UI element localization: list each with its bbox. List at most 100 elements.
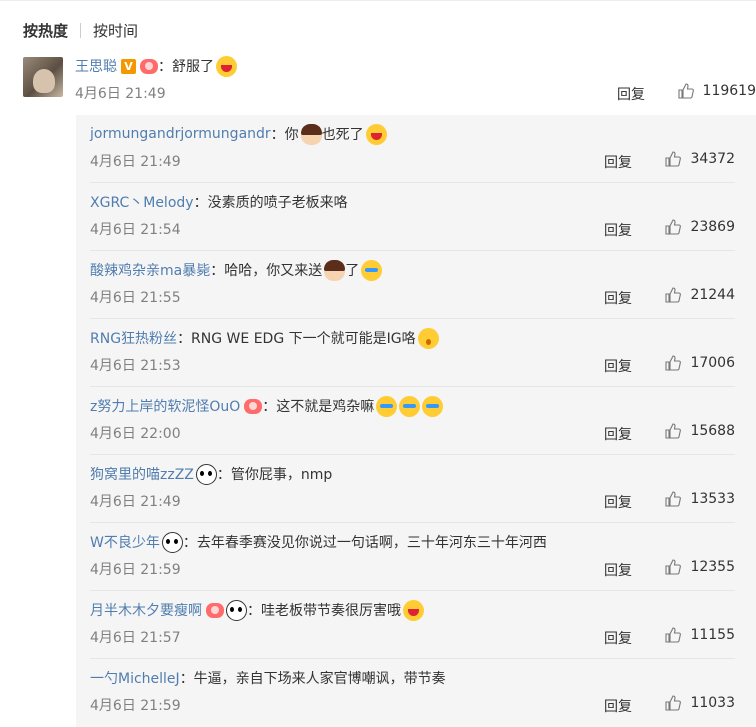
- tab-sort-hot[interactable]: 按热度: [23, 20, 68, 41]
- reply-text: ：牛逼，亲自下场来人家官博嘲讽，带节奏: [179, 671, 446, 687]
- comment-time: 4月6日 21:49: [75, 86, 166, 102]
- reply-button[interactable]: 回复: [604, 288, 632, 308]
- reply-line: jormungandrjormungandr ：你 也死了: [90, 123, 387, 145]
- like-button[interactable]: 15688: [665, 423, 735, 439]
- thumbs-up-icon: [665, 423, 682, 439]
- reply-button[interactable]: 回复: [604, 220, 632, 240]
- reply-line: W不良少年 ：去年春季赛没见你说过一句话啊，三十年河东三十年河西: [90, 531, 547, 553]
- reply-username[interactable]: 酸辣鸡杂亲ma暴毙: [90, 260, 210, 280]
- reply-username[interactable]: W不良少年: [90, 532, 160, 552]
- panda-badge-icon[interactable]: [226, 599, 247, 621]
- fan-badge-icon[interactable]: [140, 58, 158, 74]
- laugh-emoji-icon: [216, 55, 237, 77]
- like-button[interactable]: 13533: [665, 491, 735, 507]
- girl-emoji-icon: [300, 123, 322, 145]
- like-count: 13533: [690, 491, 735, 507]
- like-count: 34372: [690, 151, 735, 167]
- thumbs-up-icon: [665, 287, 682, 303]
- like-button[interactable]: 119619: [677, 83, 756, 99]
- avatar[interactable]: [23, 57, 63, 97]
- reply-line: XGRC丶Melody ：没素质的喷子老板来咯: [90, 191, 348, 213]
- reply-item: 狗窝里的喵zzZZ ：管你屁事，nmp 4月6日 21:49 回复 13533: [76, 455, 756, 523]
- like-count: 23869: [690, 219, 735, 235]
- reply-text: ：RNG WE EDG 下一个就可能是IG咯: [177, 331, 416, 347]
- reply-text: ：哈哈，你又来送: [210, 263, 323, 279]
- like-count: 15688: [690, 423, 735, 439]
- reply-username[interactable]: RNG狂热粉丝: [90, 328, 177, 348]
- reply-time: 4月6日 21:59: [90, 562, 181, 578]
- panda-badge-icon[interactable]: [195, 463, 217, 485]
- reply-time: 4月6日 21:53: [90, 358, 181, 374]
- username[interactable]: 王思聪: [75, 56, 117, 76]
- thumbs-up-icon: [677, 83, 694, 99]
- vip-badge-icon[interactable]: V: [121, 58, 136, 74]
- like-button[interactable]: 11155: [665, 627, 735, 643]
- tab-sort-time[interactable]: 按时间: [93, 20, 138, 41]
- like-button[interactable]: 23869: [665, 219, 735, 235]
- reply-item: 一勺MichelleJ ：牛逼，亲自下场来人家官博嘲讽，带节奏 4月6日 21:…: [76, 659, 756, 727]
- like-button[interactable]: 17006: [665, 355, 735, 371]
- reply-item: z努力上岸的软泥怪OuO ：这不就是鸡杂嘛 4月6日 22:00 回复 1568…: [76, 387, 756, 455]
- laugh-emoji-icon: [365, 123, 387, 145]
- like-button[interactable]: 12355: [665, 559, 735, 575]
- reply-time: 4月6日 21:49: [90, 154, 181, 170]
- like-count: 11033: [690, 695, 735, 711]
- reply-text: ：你: [270, 127, 299, 143]
- panda-badge-icon[interactable]: [161, 531, 183, 553]
- reply-button[interactable]: 回复: [604, 356, 632, 376]
- top-divider: [0, 0, 756, 1]
- reply-text: ：哇老板带节奏很厉害哦: [247, 603, 401, 619]
- reply-username[interactable]: 月半木木夕要瘦啊: [90, 600, 202, 620]
- fan-badge-icon[interactable]: [244, 398, 263, 414]
- reply-button[interactable]: 回复: [604, 628, 632, 648]
- reply-button[interactable]: 回复: [617, 84, 645, 104]
- like-count: 12355: [690, 559, 735, 575]
- girl-emoji-icon: [324, 259, 346, 281]
- thumbs-up-icon: [665, 559, 682, 575]
- reply-button[interactable]: 回复: [604, 560, 632, 580]
- reply-list: jormungandrjormungandr ：你 也死了 4月6日 21:49…: [76, 115, 756, 727]
- reply-button[interactable]: 回复: [604, 152, 632, 172]
- reply-text: ：这不就是鸡杂嘛: [262, 399, 375, 415]
- reply-text-after: 了: [345, 263, 360, 279]
- reply-item: 月半木木夕要瘦啊 ：哇老板带节奏很厉害哦 4月6日 21:57 回复 11155: [76, 591, 756, 659]
- reply-time: 4月6日 21:59: [90, 698, 181, 714]
- reply-time: 4月6日 21:49: [90, 494, 181, 510]
- reply-button[interactable]: 回复: [604, 424, 632, 444]
- scared-emoji-icon: [361, 259, 383, 281]
- reply-username[interactable]: 狗窝里的喵zzZZ: [90, 464, 194, 484]
- reply-button[interactable]: 回复: [604, 696, 632, 716]
- reply-line: 月半木木夕要瘦啊 ：哇老板带节奏很厉害哦: [90, 599, 424, 621]
- reply-line: 一勺MichelleJ ：牛逼，亲自下场来人家官博嘲讽，带节奏: [90, 667, 446, 689]
- reply-item: XGRC丶Melody ：没素质的喷子老板来咯 4月6日 21:54 回复 23…: [76, 183, 756, 251]
- scared-emoji-icon: [399, 395, 421, 417]
- like-count: 17006: [690, 355, 735, 371]
- like-count: 11155: [690, 627, 735, 643]
- thumbs-up-icon: [665, 491, 682, 507]
- fan-badge-icon[interactable]: [206, 602, 224, 618]
- reply-item: W不良少年 ：去年春季赛没见你说过一句话啊，三十年河东三十年河西 4月6日 21…: [76, 523, 756, 591]
- scared-emoji-icon: [376, 395, 398, 417]
- thumbs-up-icon: [665, 151, 682, 167]
- laugh-emoji-icon: [403, 599, 424, 621]
- reply-line: 狗窝里的喵zzZZ ：管你屁事，nmp: [90, 463, 332, 485]
- reply-text: ：没素质的喷子老板来咯: [193, 195, 348, 211]
- main-comment: 王思聪 V ：舒服了 4月6日 21:49 回复 119619: [23, 53, 756, 109]
- reply-username[interactable]: jormungandrjormungandr: [90, 126, 271, 142]
- reply-username[interactable]: 一勺MichelleJ: [90, 668, 180, 688]
- sort-tabs: 按热度 按时间: [23, 20, 138, 41]
- tab-separator: [80, 23, 82, 38]
- reply-text: ：去年春季赛没见你说过一句话啊，三十年河东三十年河西: [182, 535, 547, 551]
- reply-item: RNG狂热粉丝 ：RNG WE EDG 下一个就可能是IG咯 4月6日 21:5…: [76, 319, 756, 387]
- like-button[interactable]: 21244: [665, 287, 735, 303]
- reply-username[interactable]: XGRC丶Melody: [90, 192, 194, 212]
- like-button[interactable]: 34372: [665, 151, 735, 167]
- like-button[interactable]: 11033: [665, 695, 735, 711]
- reply-item: jormungandrjormungandr ：你 也死了 4月6日 21:49…: [76, 115, 756, 183]
- reply-button[interactable]: 回复: [604, 492, 632, 512]
- reply-username[interactable]: z努力上岸的软泥怪OuO: [90, 396, 240, 416]
- reply-item: 酸辣鸡杂亲ma暴毙 ：哈哈，你又来送 了 4月6日 21:55 回复 21244: [76, 251, 756, 319]
- reply-time: 4月6日 21:57: [90, 630, 181, 646]
- reply-line: 酸辣鸡杂亲ma暴毙 ：哈哈，你又来送 了: [90, 259, 383, 281]
- like-count: 21244: [690, 287, 735, 303]
